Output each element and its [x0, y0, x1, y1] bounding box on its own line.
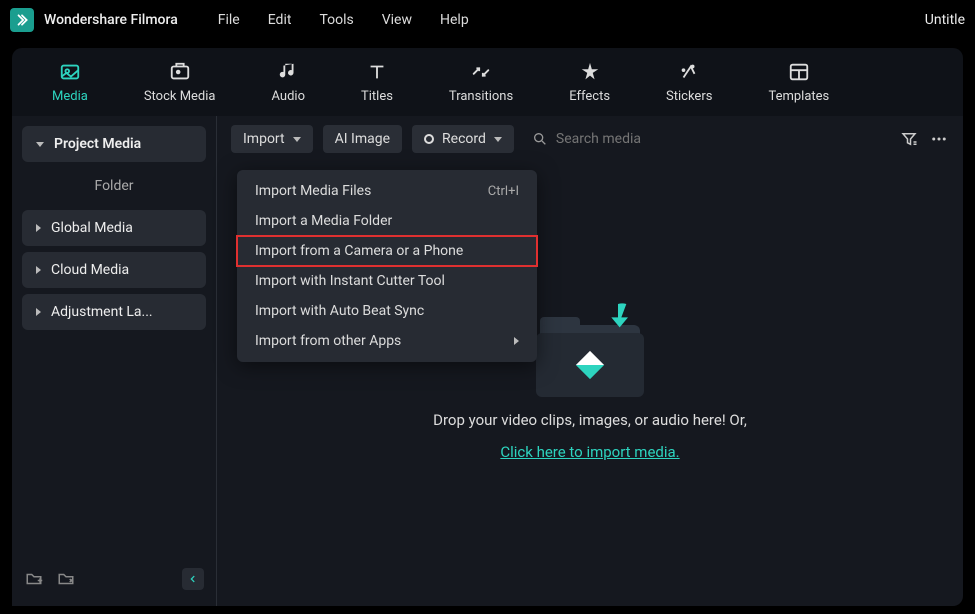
sidebar-item-label: Project Media: [54, 136, 141, 152]
sidebar-item-adjustment-layer[interactable]: Adjustment La...: [22, 294, 206, 330]
tab-titles[interactable]: Titles: [361, 61, 393, 104]
tab-stock-media[interactable]: Stock Media: [144, 61, 216, 104]
tab-effects[interactable]: Effects: [569, 61, 610, 104]
sidebar-item-label: Global Media: [51, 220, 133, 236]
record-button[interactable]: Record: [412, 125, 514, 153]
stock-media-icon: [169, 61, 191, 83]
sidebar-item-label: Adjustment La...: [51, 304, 153, 320]
audio-icon: [277, 61, 299, 83]
tab-templates[interactable]: Templates: [768, 61, 829, 104]
import-dropdown-menu: Import Media Files Ctrl+I Import a Media F…: [237, 170, 537, 362]
chevron-down-icon: [36, 142, 44, 147]
more-options-icon[interactable]: [929, 129, 949, 149]
menu-edit[interactable]: Edit: [268, 12, 292, 28]
chevron-right-icon: [514, 337, 519, 345]
transitions-icon: [470, 61, 492, 83]
app-logo: [10, 8, 34, 32]
tab-stickers[interactable]: Stickers: [666, 61, 712, 104]
title-bar: Wondershare Filmora File Edit Tools View…: [0, 0, 975, 40]
effects-icon: [579, 61, 601, 83]
search-input[interactable]: [556, 131, 756, 147]
import-menu-item-4[interactable]: Import with Auto Beat Sync: [237, 296, 537, 326]
tab-media[interactable]: Media: [52, 61, 88, 104]
menu-view[interactable]: View: [382, 12, 412, 28]
app-title: Wondershare Filmora: [44, 12, 178, 28]
filter-icon[interactable]: [899, 129, 919, 149]
menu-file[interactable]: File: [218, 12, 240, 28]
ai-image-button[interactable]: AI Image: [323, 125, 402, 153]
menu-help[interactable]: Help: [440, 12, 469, 28]
sidebar-item-project-media[interactable]: Project Media: [22, 126, 206, 162]
category-tabs: Media Stock Media Audio Titles Transitio…: [12, 48, 963, 116]
templates-icon: [788, 61, 810, 83]
import-menu-item-1[interactable]: Import a Media Folder: [237, 206, 537, 236]
menu-item-label: Import a Media Folder: [255, 213, 392, 229]
import-menu-item-0[interactable]: Import Media Files Ctrl+I: [237, 176, 537, 206]
menu-item-label: Import with Instant Cutter Tool: [255, 273, 445, 289]
collapse-sidebar-button[interactable]: [182, 568, 204, 590]
import-menu-item-5[interactable]: Import from other Apps: [237, 326, 537, 356]
sidebar-item-label: Cloud Media: [51, 262, 129, 278]
filmora-diamond-icon: [576, 351, 604, 379]
search-icon: [532, 131, 548, 147]
menu-item-label: Import Media Files: [255, 183, 371, 199]
import-menu-item-2[interactable]: Import from a Camera or a Phone: [237, 236, 537, 266]
titles-icon: [366, 61, 388, 83]
sidebar-folder-label: Folder: [22, 168, 206, 204]
menu-bar: File Edit Tools View Help: [218, 12, 469, 28]
sidebar-item-cloud-media[interactable]: Cloud Media: [22, 252, 206, 288]
import-media-link[interactable]: Click here to import media.: [500, 443, 679, 461]
chevron-right-icon: [36, 224, 41, 232]
menu-item-shortcut: Ctrl+I: [488, 184, 519, 199]
chevron-right-icon: [36, 266, 41, 274]
document-title: Untitle: [925, 12, 965, 28]
chevron-right-icon: [36, 308, 41, 316]
menu-item-label: Import from other Apps: [255, 333, 401, 349]
search-box[interactable]: [524, 131, 889, 147]
delete-folder-icon[interactable]: [56, 569, 76, 589]
import-button[interactable]: Import: [231, 125, 313, 153]
folder-illustration: [530, 307, 650, 397]
drop-instruction-text: Drop your video clips, images, or audio …: [433, 411, 747, 429]
stickers-icon: [678, 61, 700, 83]
record-icon: [424, 134, 434, 144]
new-folder-icon[interactable]: [24, 569, 44, 589]
media-icon: [59, 61, 81, 83]
sidebar: Project Media Folder Global Media Cloud …: [12, 116, 217, 606]
menu-item-label: Import from a Camera or a Phone: [255, 243, 463, 259]
sidebar-footer: [22, 562, 206, 596]
menu-item-label: Import with Auto Beat Sync: [255, 303, 424, 319]
sidebar-item-global-media[interactable]: Global Media: [22, 210, 206, 246]
menu-tools[interactable]: Tools: [319, 12, 353, 28]
tab-transitions[interactable]: Transitions: [449, 61, 513, 104]
import-menu-item-3[interactable]: Import with Instant Cutter Tool: [237, 266, 537, 296]
tab-audio[interactable]: Audio: [272, 61, 305, 104]
content-toolbar: Import AI Image Record: [217, 116, 963, 162]
chevron-down-icon: [293, 137, 301, 142]
chevron-down-icon: [494, 137, 502, 142]
